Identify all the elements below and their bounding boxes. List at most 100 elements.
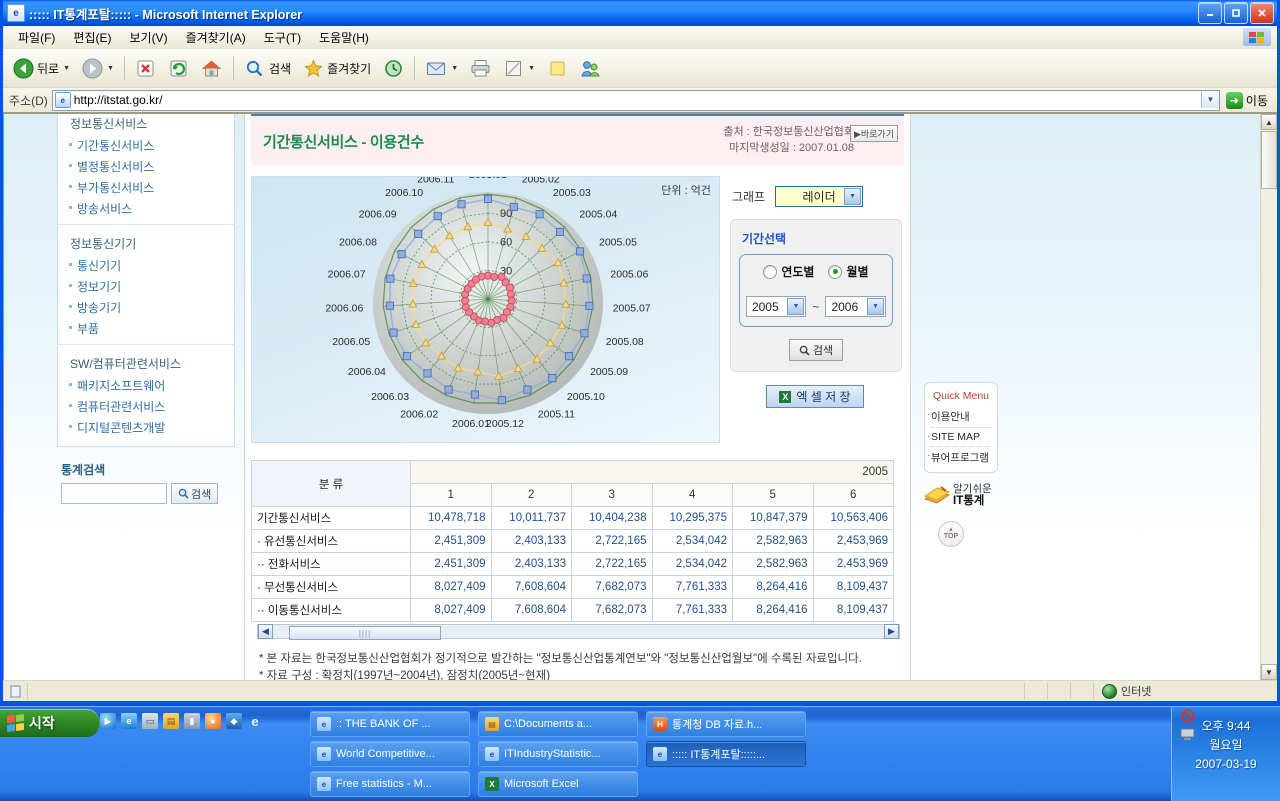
home-button[interactable] [196,54,228,82]
edit-dropdown-icon[interactable]: ▼ [528,65,535,72]
minimize-button[interactable] [1198,2,1222,24]
search-button[interactable]: 검색 [239,54,296,82]
sidebar-item-digital-contents[interactable]: 디지털콘텐츠개발 [68,417,224,438]
start-button[interactable]: 시작 [0,709,99,737]
history-icon [382,57,404,79]
radio-monthly[interactable]: 월별 [828,263,869,280]
taskbar-clock[interactable]: 오후 9:44 월요일 2007-03-19 [1172,717,1280,774]
top-button-label: TOP [943,533,959,540]
sidebar-item-bangsong[interactable]: 방송서비스 [68,198,224,219]
scroll-up-button[interactable]: ▲ [1261,114,1277,130]
page-scroll-thumb[interactable] [1261,131,1277,189]
series-marker-square [402,352,411,361]
history-button[interactable] [377,54,409,82]
quick-item-sitemap[interactable]: SITE MAP [925,428,997,446]
sidebar-item-computer-services[interactable]: 컴퓨터관련서비스 [68,396,224,417]
app-orange-icon[interactable]: ● [205,713,221,729]
messenger-button[interactable] [574,54,606,82]
device-icon[interactable]: ▮ [184,713,200,729]
page-vertical-scrollbar[interactable]: ▲ ▼ [1260,114,1277,680]
taskbar: 시작 ▶ e ▭ ▤ ▮ ● ◆ e e:: THE BANK OF ... ▤ C… [0,706,1280,801]
taskbar-button-label: Microsoft Excel [504,778,579,790]
table-horizontal-scrollbar[interactable]: ◀ |||| ▶ [257,624,900,640]
menu-edit[interactable]: 편집(E) [64,27,120,48]
taskbar-button[interactable]: e::::: IT통계포탈:::::... [646,741,806,767]
scroll-thumb[interactable]: |||| [289,626,441,640]
go-button[interactable]: ➜ 이동 [1224,91,1273,110]
shortcut-button[interactable]: ▶바로가기 [849,125,898,142]
period-search-button[interactable]: 검색 [788,339,844,361]
sidebar-item-bangsonggigi[interactable]: 방송기기 [68,297,224,318]
edit-button[interactable]: ▼ [497,54,540,82]
taskbar-button[interactable]: e Free statistics - M... [310,771,470,797]
scroll-to-top-button[interactable]: ▲ TOP [938,521,964,547]
address-label: 주소(D) [9,93,48,108]
address-dropdown-icon[interactable]: ▼ [1200,90,1219,108]
back-dropdown-icon[interactable]: ▼ [63,65,70,72]
notes-button[interactable] [541,54,573,82]
ie-shortcut-icon[interactable]: e [247,713,263,729]
scroll-down-button[interactable]: ▼ [1261,664,1277,680]
quick-item-guide[interactable]: 이용안내 [925,406,997,427]
back-button[interactable]: 뒤로 ▼ [7,54,75,82]
quick-banner[interactable]: 알기쉬운 IT통계 [923,483,998,507]
category-label: 2005.08 [606,336,644,348]
chevron-down-icon[interactable]: ▼ [844,188,862,205]
taskbar-button[interactable]: H 통계청 DB 자료.h... [646,711,806,737]
close-button[interactable] [1250,2,1274,24]
menu-tools[interactable]: 도구(T) [255,27,310,48]
taskbar-button[interactable]: e:: THE BANK OF ... [310,711,470,737]
scroll-right-button[interactable]: ▶ [884,624,899,639]
excel-save-button[interactable]: X 엑 셀 저 장 [766,385,864,408]
ie-icon[interactable]: e [121,713,137,729]
year-to-select[interactable]: 2006 ▼ [825,296,886,317]
scroll-track[interactable]: |||| [273,625,884,640]
category-label: 2005.12 [486,418,524,430]
taskbar-button[interactable]: e World Competitive... [310,741,470,767]
address-input[interactable]: e http://itstat.go.kr/ ▼ [51,89,1220,111]
menu-file[interactable]: 파일(F) [9,27,64,48]
scroll-left-button[interactable]: ◀ [258,624,273,639]
sidebar-item-jeongbogigi[interactable]: 정보기기 [68,276,224,297]
sidebar-item-package-sw[interactable]: 패키지소프트웨어 [68,375,224,396]
radar-chart: 단위 : 억건 3060902005.012005.022005.032005.… [251,176,720,443]
app-blue-icon[interactable]: ◆ [226,713,242,729]
desktop-icon[interactable]: ▭ [142,713,158,729]
menu-view[interactable]: 보기(V) [120,27,176,48]
favorites-button[interactable]: 즐겨찾기 [297,54,376,82]
folder-icon[interactable]: ▤ [163,713,179,729]
chevron-down-icon[interactable]: ▼ [866,298,884,315]
status-cell-2 [1047,683,1070,699]
stop-button[interactable] [130,54,162,82]
sidebar-item-byeoljeong[interactable]: 별정통신서비스 [68,156,224,177]
radio-yearly[interactable]: 연도별 [763,263,814,280]
stat-search-input[interactable] [61,483,167,504]
radio-yearly-dot[interactable] [763,264,778,279]
sidebar-group-sw: SW/컴퓨터관련서비스 패키지소프트웨어 컴퓨터관련서비스 디지털콘텐츠개발 [58,344,234,438]
menu-favorites[interactable]: 즐겨찾기(A) [177,27,255,48]
search-icon [244,57,266,79]
taskbar-button[interactable]: X Microsoft Excel [478,771,638,797]
maximize-button[interactable] [1224,2,1248,24]
taskbar-button[interactable]: e ITIndustryStatistic... [478,741,638,767]
year-from-select[interactable]: 2005 ▼ [745,296,807,317]
print-button[interactable] [464,54,496,82]
sidebar-item-buga[interactable]: 부가통신서비스 [68,177,224,198]
mail-button[interactable]: ▼ [420,54,463,82]
windows-flag-icon [7,713,24,733]
menu-help[interactable]: 도움말(H) [310,27,378,48]
mail-dropdown-icon[interactable]: ▼ [451,65,458,72]
sidebar-item-bupum[interactable]: 부품 [68,318,224,339]
radio-monthly-dot[interactable] [828,264,843,279]
graph-type-select[interactable]: 레이더 ▼ [775,186,864,207]
quick-item-viewer[interactable]: 뷰어프로그램 [925,447,997,468]
stat-search-button[interactable]: 검색 [171,483,219,504]
sidebar-item-tongsingigi[interactable]: 통신기기 [68,255,224,276]
favorites-label: 즐겨찾기 [327,61,372,76]
taskbar-button[interactable]: ▤ C:\Documents a... [478,711,638,737]
sidebar-item-gigan[interactable]: 기간통신서비스 [68,135,224,156]
chevron-down-icon[interactable]: ▼ [787,298,805,315]
media-player-icon[interactable]: ▶ [100,713,116,729]
forward-button[interactable]: ▼ [76,54,119,82]
refresh-button[interactable] [163,54,195,82]
